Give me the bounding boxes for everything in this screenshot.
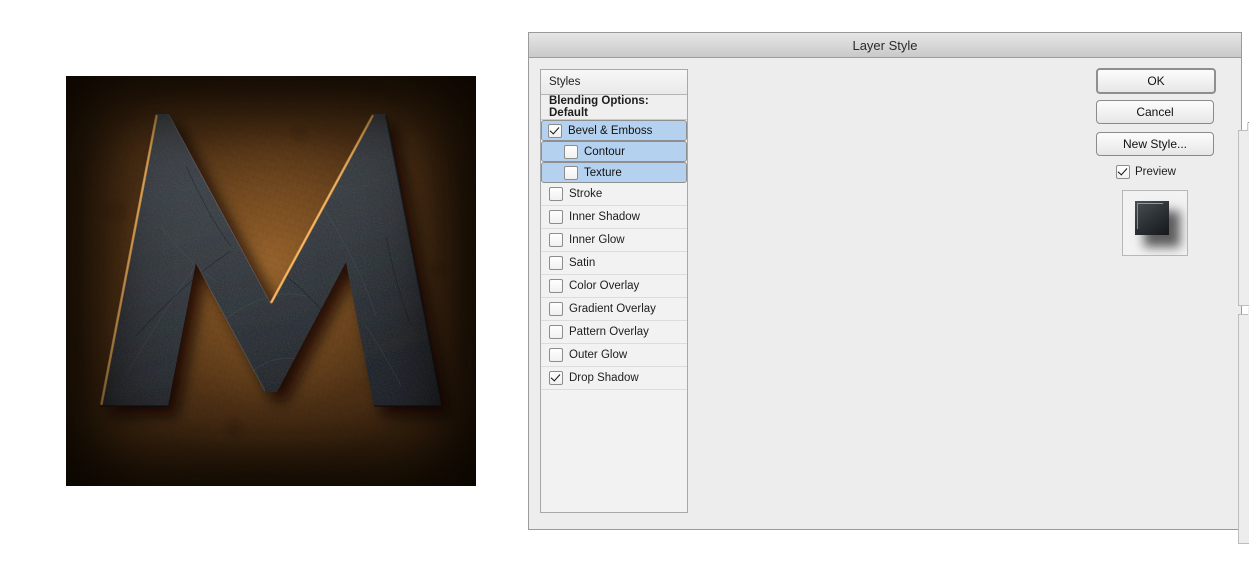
styles-item-satin[interactable]: Satin [541, 252, 687, 275]
dialog-titlebar[interactable]: Layer Style [529, 33, 1241, 58]
checkbox-icon[interactable] [549, 302, 563, 316]
shading-fieldset: Shading Angle: 130 ° Use Global Light Al… [1235, 307, 1249, 544]
styles-item-stroke[interactable]: Stroke [541, 183, 687, 206]
checkbox-icon[interactable] [549, 348, 563, 362]
styles-item-label: Stroke [569, 188, 603, 200]
styles-item-label: Inner Glow [569, 234, 625, 246]
styles-item-label: Bevel & Emboss [568, 124, 653, 137]
altitude-label: Altitude: [1239, 378, 1249, 390]
styles-item-bevel-emboss[interactable]: Bevel & Emboss [541, 120, 687, 141]
highlight-opacity-label: Opacity: [1227, 470, 1249, 482]
soften-label: Soften: [1239, 280, 1249, 292]
styles-item-label: Texture [584, 166, 622, 179]
styles-effect-list: Bevel & Emboss Contour Texture Stroke Inner … [541, 120, 687, 390]
styles-item-texture[interactable]: Texture [541, 162, 687, 183]
technique-label: Technique: [1239, 185, 1249, 197]
styles-header: Styles [541, 70, 687, 95]
checkbox-icon[interactable] [564, 165, 578, 180]
dialog-body: Styles Blending Options: Default Bevel &… [529, 58, 1249, 544]
styles-item-label: Color Overlay [569, 280, 640, 292]
checkbox-icon[interactable] [549, 325, 563, 339]
dialog-title: Layer Style [852, 37, 918, 53]
gloss-contour-label: Gloss Contour: [1235, 412, 1249, 424]
styles-item-label: Contour [584, 145, 625, 158]
preview-thumbnail [1122, 190, 1188, 256]
styles-item-drop-shadow[interactable]: Drop Shadow [541, 367, 687, 390]
shadow-mode-label: Shadow Mode: [1227, 494, 1249, 506]
styles-item-label: Drop Shadow [569, 372, 639, 384]
preview-thumbnail-shape [1135, 201, 1169, 235]
ok-button[interactable]: OK [1096, 68, 1216, 94]
preview-checkbox[interactable]: Preview [1116, 165, 1176, 179]
styles-item-inner-glow[interactable]: Inner Glow [541, 229, 687, 252]
checkbox-icon[interactable] [549, 371, 563, 385]
style-label: Style: [1239, 161, 1249, 173]
styles-item-inner-shadow[interactable]: Inner Shadow [541, 206, 687, 229]
letter-m-artwork [66, 76, 476, 486]
structure-fieldset: Structure Style: Inner Bevel ▲▼ Techniqu… [1238, 123, 1249, 306]
styles-item-contour[interactable]: Contour [541, 141, 687, 162]
styles-item-color-overlay[interactable]: Color Overlay [541, 275, 687, 298]
preview-label: Preview [1135, 166, 1176, 178]
checkbox-icon[interactable] [549, 210, 563, 224]
shadow-opacity-label: Opacity: [1227, 518, 1249, 530]
styles-item-label: Outer Glow [569, 349, 628, 361]
letter-m-glyph [66, 76, 476, 486]
angle-label: Angle: [1239, 341, 1249, 353]
direction-label: Direction: [1239, 230, 1249, 242]
checkbox-icon[interactable] [548, 123, 562, 138]
checkbox-icon[interactable] [549, 256, 563, 270]
styles-item-label: Satin [569, 257, 596, 269]
styles-item-gradient-overlay[interactable]: Gradient Overlay [541, 298, 687, 321]
new-style-button[interactable]: New Style... [1096, 132, 1214, 156]
styles-item-pattern-overlay[interactable]: Pattern Overlay [541, 321, 687, 344]
styles-item-label: Pattern Overlay [569, 326, 649, 338]
checkbox-icon[interactable] [564, 144, 578, 159]
blending-options-item[interactable]: Blending Options: Default [541, 95, 687, 120]
checkbox-icon[interactable] [549, 233, 563, 247]
checkbox-icon[interactable] [549, 187, 563, 201]
checkbox-icon[interactable] [549, 279, 563, 293]
cancel-button[interactable]: Cancel [1096, 100, 1214, 124]
styles-item-label: Gradient Overlay [569, 303, 656, 315]
styles-item-outer-glow[interactable]: Outer Glow [541, 344, 687, 367]
checkbox-icon [1116, 165, 1130, 179]
size-label: Size: [1239, 256, 1249, 268]
highlight-mode-label: Highlight Mode: [1227, 446, 1249, 458]
styles-panel: Styles Blending Options: Default Bevel &… [540, 69, 688, 513]
styles-item-label: Inner Shadow [569, 211, 640, 223]
depth-label: Depth: [1239, 208, 1249, 220]
